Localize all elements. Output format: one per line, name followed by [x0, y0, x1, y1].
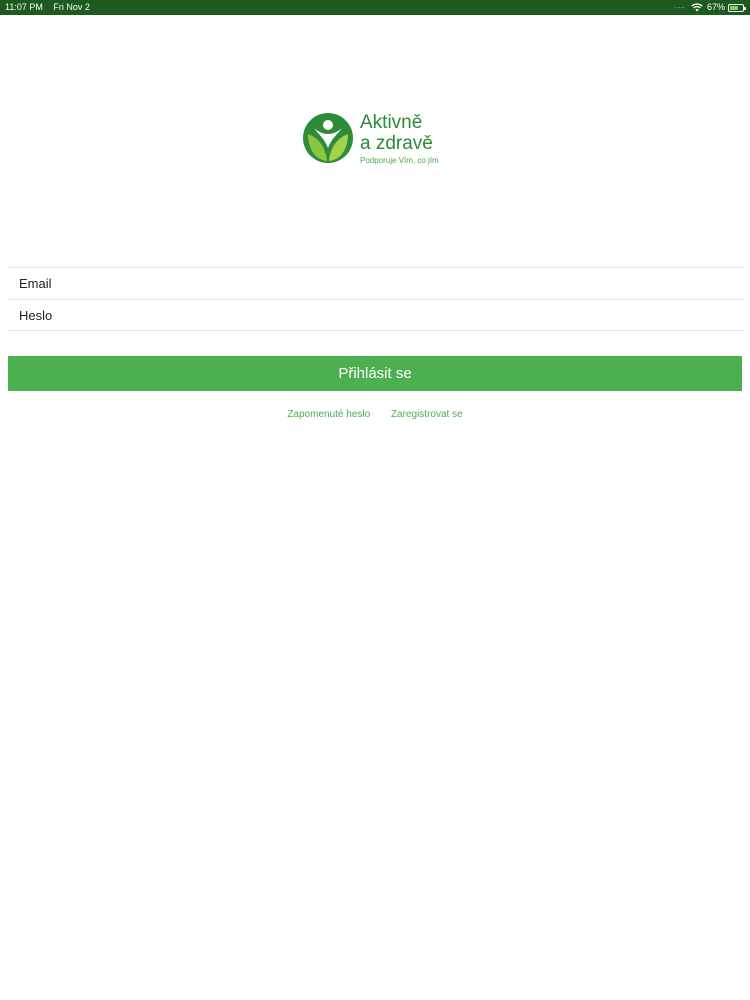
email-field[interactable]	[8, 275, 744, 292]
password-field[interactable]	[8, 306, 744, 324]
battery-percent: 67%	[706, 2, 725, 12]
battery-charging-icon	[728, 3, 746, 12]
status-date: Fri Nov 2	[53, 2, 90, 12]
app-logo: Aktivně a zdravě Podporuje Vím, co jím	[302, 112, 462, 168]
battery-level-fill	[730, 5, 738, 10]
logo-tagline: Podporuje Vím, co jím	[360, 156, 439, 165]
status-time: 11:07 PM	[5, 2, 43, 12]
email-row	[8, 267, 744, 299]
forgot-password-link[interactable]: Zapomenuté heslo	[287, 409, 370, 420]
login-button[interactable]: Přihlásit se	[8, 356, 742, 391]
leaf-person-icon	[303, 113, 353, 163]
password-row	[8, 299, 744, 331]
status-left: 11:07 PM Fri Nov 2	[5, 0, 98, 15]
wifi-icon	[691, 3, 703, 12]
logo-title: Aktivně a zdravě	[360, 112, 433, 154]
register-link[interactable]: Zaregistrovat se	[391, 409, 463, 420]
login-form	[8, 267, 744, 331]
logo-title-line1: Aktivně	[360, 112, 423, 133]
status-bar: 11:07 PM Fri Nov 2 ..... 67%	[0, 0, 750, 15]
auth-links: Zapomenuté heslo Zaregistrovat se	[0, 409, 750, 420]
status-right: ..... 67%	[674, 0, 746, 15]
cellular-signal-icon: .....	[674, 4, 685, 10]
logo-title-line2: a zdravě	[360, 133, 433, 154]
